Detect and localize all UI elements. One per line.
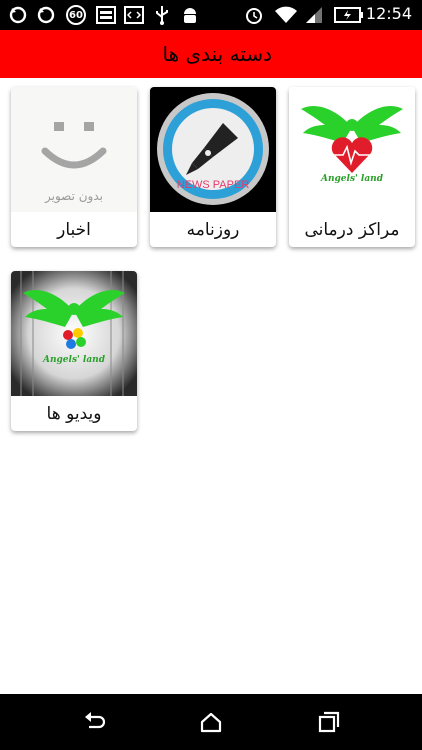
category-card-newspaper[interactable]: NEWS PAPER روزنامه <box>150 87 276 247</box>
category-label: روزنامه <box>186 219 240 240</box>
category-card-news[interactable]: بدون تصویر اخبار <box>11 87 137 247</box>
navigation-bar <box>0 694 422 750</box>
category-label: مراکز درمانی <box>304 219 400 240</box>
category-thumbnail: بدون تصویر <box>11 87 137 212</box>
category-card-videos[interactable]: Angels' land ویدیو ها <box>11 271 137 431</box>
category-label: اخبار <box>57 219 91 240</box>
status-bar: 60 12:54 <box>0 0 422 30</box>
home-icon[interactable] <box>197 708 225 736</box>
category-thumbnail: Angels' land <box>11 271 137 396</box>
category-label: ویدیو ها <box>46 403 102 424</box>
logo-text: Angels' land <box>42 355 105 365</box>
category-thumbnail: Angels' land <box>289 87 415 212</box>
category-thumbnail: NEWS PAPER <box>150 87 276 212</box>
usb-icon <box>152 5 172 25</box>
logo-text: Angels' land <box>320 174 383 184</box>
sync-icon <box>8 5 28 25</box>
clock: 12:54 <box>365 4 412 23</box>
signal-icon <box>304 5 324 25</box>
image-icon <box>96 5 116 25</box>
sixty-badge-text: 60 <box>69 9 83 21</box>
code-icon <box>124 5 144 25</box>
no-image-text: بدون تصویر <box>45 189 103 203</box>
app-bar: دسته بندی ها <box>0 30 422 78</box>
wifi-icon <box>274 5 298 25</box>
category-card-medical-centers[interactable]: Angels' land مراکز درمانی <box>289 87 415 247</box>
sixty-badge-icon: 60 <box>64 5 88 25</box>
android-icon <box>180 5 200 25</box>
recents-icon[interactable] <box>314 708 342 736</box>
sync-icon <box>36 5 56 25</box>
logo-text: NEWS PAPER <box>176 179 250 191</box>
back-icon[interactable] <box>80 708 108 736</box>
battery-icon <box>334 5 364 25</box>
alarm-icon <box>244 5 264 25</box>
page-title: دسته بندی ها <box>162 42 272 66</box>
